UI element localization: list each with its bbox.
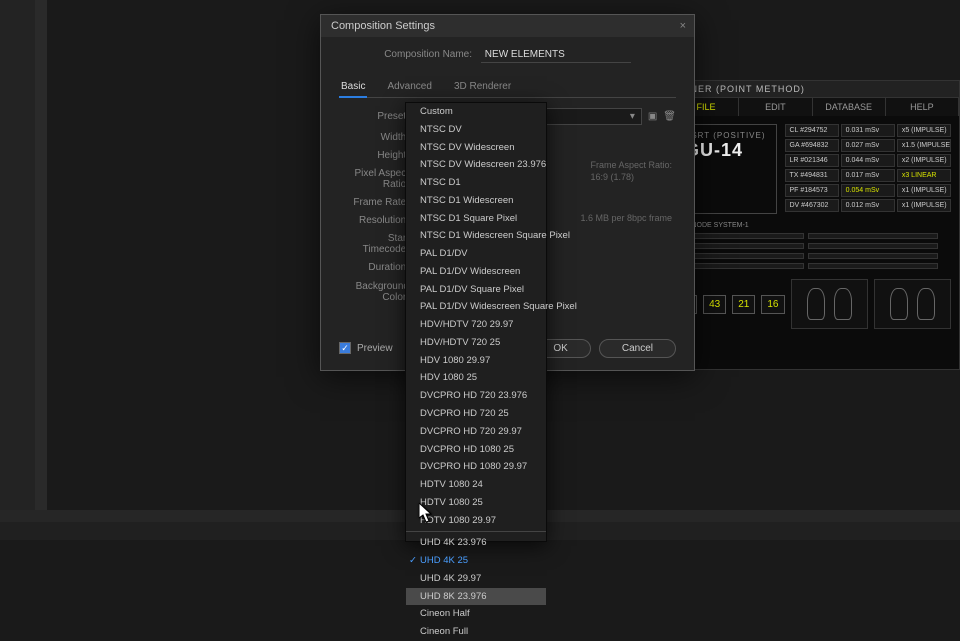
preset-option[interactable]: HDV 1080 29.97 (406, 352, 546, 370)
fui-num-4: 16 (761, 295, 784, 314)
cancel-button[interactable]: Cancel (599, 339, 676, 358)
fui-big-label: PSRT (POSITIVE) (685, 131, 766, 140)
fui-thumbnail-1 (791, 279, 868, 329)
fui-node-label: FB-A NODE SYSTEM-1 (666, 222, 959, 229)
fui-tab-help[interactable]: HELP (886, 98, 959, 116)
preset-option[interactable]: PAL D1/DV Square Pixel (406, 281, 546, 299)
fui-data-grid: CL #2947520.031 mSvx5 (IMPULSE) GA #69483… (785, 124, 952, 214)
preset-option[interactable]: HDV 1080 25 (406, 369, 546, 387)
fui-big-value: GU-14 (685, 140, 766, 161)
fui-cell: GA #694832 (785, 139, 839, 152)
preset-option[interactable]: NTSC D1 (406, 174, 546, 192)
fui-cell: 0.012 mSv (841, 199, 895, 212)
preset-option[interactable]: PAL D1/DV Widescreen (406, 263, 546, 281)
preset-option[interactable]: HDTV 1080 25 (406, 494, 546, 512)
preview-label: Preview (357, 343, 393, 354)
fui-main: PSRT (POSITIVE) GU-14 CL #2947520.031 mS… (666, 116, 959, 222)
fui-cell: CL #294752 (785, 124, 839, 137)
preset-option[interactable]: NTSC D1 Square Pixel (406, 210, 546, 228)
close-icon[interactable]: × (680, 20, 686, 32)
left-panel-bg2 (35, 0, 47, 540)
fui-subtitle: ANNER (POINT METHOD) (666, 81, 959, 98)
resolution-note: 1.6 MB per 8bpc frame (580, 213, 672, 225)
dialog-title: Composition Settings (331, 20, 435, 32)
left-panel-bg (0, 0, 35, 540)
fui-bottom-row: 09 43 21 16 (666, 273, 959, 335)
dialog-buttons: OK Cancel (530, 339, 676, 358)
fui-cell: 0.017 mSv (841, 169, 895, 182)
preset-option[interactable]: DVCPRO HD 720 25 (406, 405, 546, 423)
preview-row: ✓ Preview (339, 342, 393, 354)
preset-option[interactable]: UHD 4K 29.97 (406, 570, 546, 588)
fui-cell: x1.5 (IMPULSE) (897, 139, 951, 152)
preset-option[interactable]: DVCPRO HD 720 29.97 (406, 423, 546, 441)
comp-name-label: Composition Name: (384, 49, 472, 60)
fui-cell: LR #021346 (785, 154, 839, 167)
preset-option[interactable]: PAL D1/DV (406, 245, 546, 263)
fui-cell: DV #467302 (785, 199, 839, 212)
fui-tabs: < FILE EDIT DATABASE HELP (666, 98, 959, 116)
tab-advanced[interactable]: Advanced (385, 77, 433, 97)
fui-cell: 0.031 mSv (841, 124, 895, 137)
preset-option[interactable]: Cineon Full (406, 623, 546, 641)
fui-tab-edit[interactable]: EDIT (739, 98, 812, 116)
preset-option[interactable]: NTSC D1 Widescreen (406, 192, 546, 210)
preset-dropdown-list[interactable]: CustomNTSC DVNTSC DV WidescreenNTSC DV W… (405, 102, 547, 542)
preset-option[interactable]: DVCPRO HD 1080 25 (406, 441, 546, 459)
fui-cell: 0.044 mSv (841, 154, 895, 167)
tab-3d-renderer[interactable]: 3D Renderer (452, 77, 513, 97)
fui-cell: TX #494831 (785, 169, 839, 182)
preview-checkbox[interactable]: ✓ (339, 342, 351, 354)
fui-panel: ANNER (POINT METHOD) < FILE EDIT DATABAS… (665, 80, 960, 370)
preset-option[interactable]: UHD 4K 23.976 (406, 534, 546, 552)
dropdown-separator (406, 531, 546, 532)
preset-option[interactable]: Cineon Half (406, 605, 546, 623)
delete-preset-icon[interactable]: 🗑 (663, 111, 676, 122)
preset-option[interactable]: HDTV 1080 29.97 (406, 512, 546, 530)
preset-option[interactable]: NTSC DV Widescreen (406, 139, 546, 157)
fui-cell: x5 (IMPULSE) (897, 124, 951, 137)
preset-option[interactable]: UHD 4K 25 (406, 552, 546, 570)
preset-option[interactable]: UHD 8K 23.976 (406, 588, 546, 606)
fui-cell: PF #184573 (785, 184, 839, 197)
preset-option[interactable]: NTSC DV (406, 121, 546, 139)
preset-option[interactable]: Custom (406, 103, 546, 121)
preset-option[interactable]: HDV/HDTV 720 25 (406, 334, 546, 352)
fui-cell: 0.054 mSv (841, 184, 895, 197)
fui-cell: x3 LINEAR (897, 169, 951, 182)
preset-option[interactable]: NTSC DV Widescreen 23.976 (406, 156, 546, 174)
fui-num-2: 43 (703, 295, 726, 314)
fui-cell: x2 (IMPULSE) (897, 154, 951, 167)
frame-aspect-note: Frame Aspect Ratio: 16:9 (1.78) (590, 160, 672, 183)
preset-option[interactable]: NTSC D1 Widescreen Square Pixel (406, 227, 546, 245)
comp-name-row: Composition Name: NEW ELEMENTS (339, 47, 676, 63)
fui-thumbnail-2 (874, 279, 951, 329)
fui-cell: 0.027 mSv (841, 139, 895, 152)
fui-cell: x1 (IMPULSE) (897, 184, 951, 197)
preset-option[interactable]: PAL D1/DV Widescreen Square Pixel (406, 298, 546, 316)
dialog-tabs: Basic Advanced 3D Renderer (339, 77, 676, 98)
save-preset-icon[interactable]: ▣ (648, 111, 657, 122)
fui-tab-database[interactable]: DATABASE (813, 98, 886, 116)
preset-option[interactable]: DVCPRO HD 1080 29.97 (406, 458, 546, 476)
fui-cell: x1 (IMPULSE) (897, 199, 951, 212)
preset-option[interactable]: HDTV 1080 24 (406, 476, 546, 494)
dialog-title-bar[interactable]: Composition Settings × (321, 15, 694, 37)
tab-basic[interactable]: Basic (339, 77, 367, 98)
comp-name-input[interactable]: NEW ELEMENTS (481, 47, 631, 63)
fui-bars (666, 229, 959, 273)
preset-option[interactable]: HDV/HDTV 720 29.97 (406, 316, 546, 334)
preset-option[interactable]: DVCPRO HD 720 23.976 (406, 387, 546, 405)
fui-num-3: 21 (732, 295, 755, 314)
